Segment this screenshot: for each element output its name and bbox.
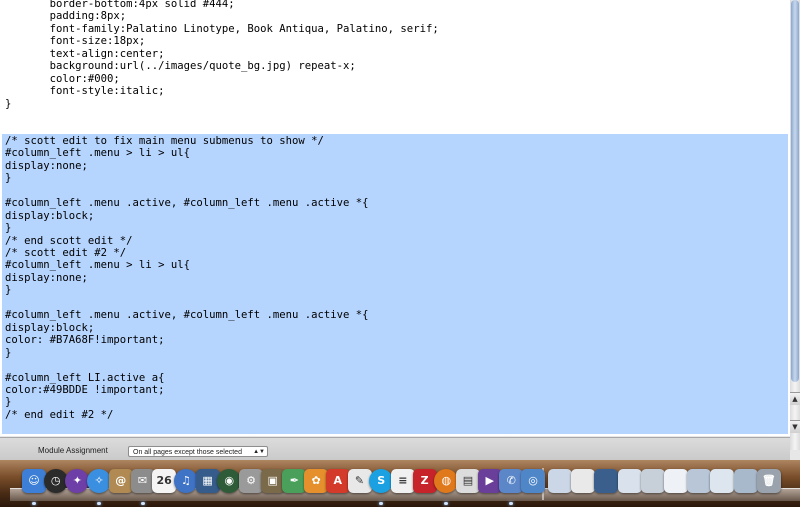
scroll-down-arrow-icon[interactable]: ▼ [790, 420, 800, 433]
iphoto-icon[interactable]: ▣ [260, 469, 285, 493]
code-line: border-bottom:4px solid #444; [5, 0, 235, 10]
code-line: display:block; [5, 321, 95, 334]
window-thumb-6-icon[interactable] [664, 469, 688, 493]
code-line: padding:8px; [5, 10, 127, 23]
code-line: #column_left .menu > li > ul{ [5, 147, 190, 160]
window-thumb-3-icon[interactable] [594, 469, 619, 493]
select-arrows-icon: ▲▼ [253, 449, 265, 455]
code-line: #column_left LI.active a{ [5, 371, 165, 384]
window-thumb-7-icon[interactable] [687, 469, 712, 493]
address-book-icon[interactable]: @ [108, 469, 133, 493]
scroll-up-arrow-icon[interactable]: ▲ [790, 392, 800, 405]
code-line: background:url(../images/quote_bg.jpg) r… [5, 60, 356, 73]
text-document-icon[interactable]: ≡ [390, 469, 415, 493]
flower-icon[interactable]: ✿ [304, 469, 329, 493]
window-thumb-9-icon[interactable] [733, 469, 758, 493]
running-indicator [32, 502, 36, 505]
code-line: color:#000; [5, 72, 120, 85]
finder-icon[interactable]: ☺ [22, 469, 46, 493]
video-icon[interactable]: ▶ [477, 469, 502, 493]
window-thumb-2-icon[interactable] [571, 469, 596, 493]
code-editor[interactable]: border-bottom:4px solid #444; padding:8p… [0, 0, 791, 436]
code-line: font-size:18px; [5, 35, 146, 48]
running-indicator [444, 502, 449, 505]
skype-icon[interactable]: S [369, 469, 394, 493]
acrobat-icon[interactable]: A [325, 469, 350, 493]
chat-icon[interactable]: ✆ [499, 469, 524, 493]
code-line: color: #B7A68F!important; [5, 334, 165, 347]
code-line: color:#49BDDE !important; [5, 383, 165, 396]
scrollbar-thumb[interactable] [791, 0, 799, 382]
running-indicator [97, 502, 102, 505]
window-thumb-8-icon[interactable] [710, 469, 735, 493]
code-line: #column_left .menu > li > ul{ [5, 259, 190, 272]
code-line: /* scott edit to fix main menu submenus … [5, 134, 324, 147]
window-thumb-4-icon[interactable] [617, 469, 642, 493]
code-line: text-align:center; [5, 47, 165, 60]
code-line: display:none; [5, 159, 88, 172]
code-line: display:block; [5, 209, 95, 222]
running-indicator [140, 502, 145, 505]
code-line: /* end edit #2 */ [5, 408, 114, 421]
code-line: font-family:Palatino Linotype, Book Anti… [5, 22, 439, 35]
dashboard-icon[interactable]: ◷ [43, 469, 68, 493]
code-line: } [5, 284, 12, 297]
itunes-icon[interactable]: ♫ [173, 469, 198, 493]
code-line: font-style:italic; [5, 85, 165, 98]
code-line: } [5, 172, 12, 185]
notepad-icon[interactable]: ▤ [456, 469, 480, 493]
code-line: #column_left .menu .active, #column_left… [5, 309, 369, 322]
safari-icon[interactable]: ✧ [87, 469, 112, 493]
vertical-scrollbar[interactable]: ▲ ▼ [790, 0, 800, 450]
mail-icon[interactable]: ✉ [130, 469, 155, 493]
running-indicator [379, 502, 384, 505]
running-indicator [509, 502, 514, 505]
module-assignment-bar: Module Assignment On all pages except th… [0, 437, 790, 461]
window-thumb-5-icon[interactable] [640, 469, 665, 493]
dock: ☺ ◷ ✦ ✧ @ ✉ 26 ♫ ▦ ◉ ⚙ ▣ ✒ ✿ A ✎ S ≡ Z ◍ ▤ ▶ ✆ ◎ 🗑 [0, 460, 800, 507]
code-line: } [5, 396, 12, 409]
code-line: } [5, 97, 12, 110]
code-line: /* scott edit #2 */ [5, 247, 127, 259]
pdf-document-icon[interactable]: ✎ [347, 469, 372, 493]
module-assignment-label: Module Assignment [38, 446, 108, 455]
code-line: #column_left .menu .active, #column_left… [5, 197, 369, 210]
code-line: display:none; [5, 271, 88, 284]
code-line: } [5, 346, 12, 359]
module-assignment-selected-value: On all pages except those selected [133, 449, 242, 456]
module-assignment-select[interactable]: On all pages except those selected ▲▼ [128, 446, 268, 457]
ical-icon[interactable]: 26 [152, 469, 177, 493]
pen-tool-icon[interactable]: ✒ [282, 469, 307, 493]
window-thumb-1-icon[interactable] [548, 469, 572, 493]
preview-icon[interactable]: ◎ [521, 469, 546, 493]
filezilla-icon[interactable]: Z [412, 469, 437, 493]
system-preferences-icon[interactable]: ⚙ [239, 469, 263, 493]
code-line: } [5, 222, 12, 235]
spaces-icon[interactable]: ▦ [195, 469, 220, 493]
code-line: /* end scott edit */ [5, 234, 133, 247]
trash-icon[interactable]: 🗑 [756, 469, 781, 493]
